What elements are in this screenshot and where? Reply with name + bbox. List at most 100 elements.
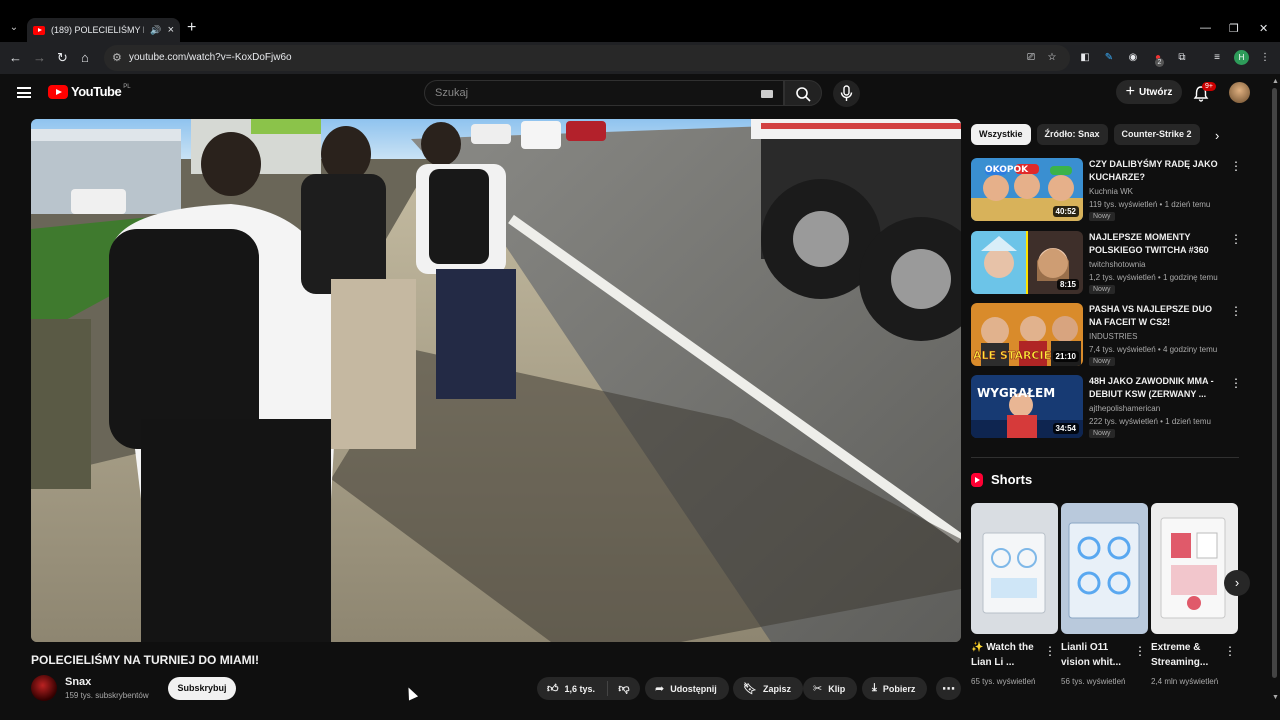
chip-source[interactable]: Źródło: Snax bbox=[1036, 124, 1108, 145]
new-badge: Nowy bbox=[1089, 212, 1115, 221]
more-vertical-icon[interactable]: ⋮ bbox=[1230, 160, 1242, 172]
extension-icon[interactable]: ◧ bbox=[1078, 51, 1092, 65]
scroll-up-icon[interactable]: ▲ bbox=[1272, 78, 1279, 85]
more-vertical-icon[interactable]: ⋮ bbox=[1134, 644, 1146, 658]
short-item[interactable]: Extreme & Streaming... 2,4 mln wyświetle… bbox=[1151, 503, 1238, 686]
youtube-header: YouTube PL Szukaj + Utwórz 9+ bbox=[0, 74, 1280, 112]
window-close-icon[interactable]: ✕ bbox=[1259, 22, 1268, 35]
short-item[interactable]: ✨ Watch the Lian Li ... 65 tys. wyświetl… bbox=[971, 503, 1058, 686]
new-badge: Nowy bbox=[1089, 429, 1115, 438]
video-thumbnail[interactable]: WYGRAŁEM 34:54 bbox=[971, 375, 1083, 438]
site-info-icon[interactable]: ⚙ bbox=[112, 51, 122, 64]
create-button[interactable]: + Utwórz bbox=[1116, 80, 1182, 104]
reload-icon[interactable]: ↻ bbox=[57, 51, 68, 65]
recommendation-channel[interactable]: Kuchnia WK bbox=[1089, 187, 1133, 196]
forward-icon[interactable]: → bbox=[33, 51, 46, 65]
recommendation-item[interactable]: OKOPOK 40:52 CZY DALIBYŚMY RADĘ JAKO KUC… bbox=[971, 158, 1242, 222]
more-vertical-icon[interactable]: ⋮ bbox=[1230, 233, 1242, 245]
page-scrollbar[interactable] bbox=[1272, 88, 1277, 678]
extension-icon[interactable]: ◉ bbox=[1126, 51, 1140, 65]
short-thumbnail[interactable] bbox=[1061, 503, 1148, 634]
tab-title: (189) POLECIELIŚMY NA TU bbox=[51, 25, 144, 35]
recommendation-channel[interactable]: ajthepolishamerican bbox=[1089, 404, 1160, 413]
guide-menu-icon[interactable] bbox=[17, 87, 31, 98]
recommendation-item[interactable]: WYGRAŁEM 34:54 48H JAKO ZAWODNIK MMA - D… bbox=[971, 375, 1242, 439]
shorts-next-button[interactable]: › bbox=[1224, 570, 1250, 596]
back-icon[interactable]: ← bbox=[9, 51, 22, 65]
speaker-icon[interactable]: 🔊 bbox=[150, 25, 161, 36]
account-avatar[interactable] bbox=[1229, 82, 1250, 103]
short-title[interactable]: ✨ Watch the Lian Li ... bbox=[971, 640, 1043, 670]
shorts-heading: Shorts bbox=[971, 472, 1032, 487]
media-control-icon[interactable]: ≡ bbox=[1210, 51, 1224, 65]
dislike-button[interactable]: 👎︎ bbox=[608, 682, 640, 695]
short-title[interactable]: Extreme & Streaming... bbox=[1151, 640, 1223, 670]
download-button[interactable]: ⤓ Pobierz bbox=[862, 677, 928, 700]
country-code: PL bbox=[123, 83, 131, 90]
recommendation-title[interactable]: CZY DALIBYŚMY RADĘ JAKO KUCHARZE? bbox=[1089, 158, 1225, 184]
extensions-puzzle-icon[interactable]: ⧉ bbox=[1175, 51, 1189, 65]
keyboard-icon[interactable] bbox=[761, 90, 773, 98]
voice-search-button[interactable] bbox=[833, 80, 860, 107]
install-app-icon[interactable]: ⎚ bbox=[1024, 51, 1038, 65]
subscribe-button[interactable]: Subskrybuj bbox=[168, 677, 236, 700]
tab-search-icon[interactable]: ⌄ bbox=[6, 20, 22, 36]
chip-all[interactable]: Wszystkie bbox=[971, 124, 1031, 145]
extension-icon[interactable]: ✎ bbox=[1102, 51, 1116, 65]
browser-tab[interactable]: (189) POLECIELIŚMY NA TU 🔊 × bbox=[27, 18, 180, 42]
short-title[interactable]: Lianli O11 vision whit... bbox=[1061, 640, 1133, 670]
video-thumbnail[interactable]: OKOPOK 40:52 bbox=[971, 158, 1083, 221]
home-icon[interactable]: ⌂ bbox=[81, 51, 89, 65]
short-image bbox=[1061, 503, 1148, 634]
recommendation-channel[interactable]: INDUSTRIES bbox=[1089, 332, 1137, 341]
url-text: youtube.com/watch?v=-KoxDoFjw6o bbox=[129, 52, 292, 63]
new-badge: Nowy bbox=[1089, 357, 1115, 366]
thumbs-up-icon: 👍︎ bbox=[547, 683, 559, 695]
recommendation-title[interactable]: NAJLEPSZE MOMENTY POLSKIEGO TWITCHA #360 bbox=[1089, 231, 1225, 257]
share-button[interactable]: ➦ Udostępnij bbox=[645, 677, 729, 700]
more-vertical-icon[interactable]: ⋮ bbox=[1230, 377, 1242, 389]
search-button[interactable] bbox=[784, 80, 822, 106]
video-thumbnail[interactable]: ALE STARCIE 21:10 bbox=[971, 303, 1083, 366]
profile-avatar[interactable]: H bbox=[1234, 50, 1249, 65]
recommendation-channel[interactable]: twitchshotownia bbox=[1089, 260, 1145, 269]
video-player[interactable] bbox=[31, 119, 961, 642]
chevron-right-icon[interactable]: › bbox=[1215, 128, 1219, 143]
channel-name[interactable]: Snax bbox=[65, 676, 91, 688]
more-vertical-icon[interactable]: ⋮ bbox=[1230, 305, 1242, 317]
close-tab-icon[interactable]: × bbox=[168, 24, 174, 36]
address-bar[interactable]: ⚙ youtube.com/watch?v=-KoxDoFjw6o ⎚ ☆ bbox=[104, 45, 1070, 71]
clip-button[interactable]: ✂ Klip bbox=[803, 677, 858, 700]
like-button[interactable]: 👍︎ 1,6 tys. bbox=[537, 681, 608, 696]
more-actions-button[interactable]: ⋯ bbox=[936, 677, 961, 700]
short-thumbnail[interactable] bbox=[971, 503, 1058, 634]
save-button[interactable]: 🔖︎ Zapisz bbox=[733, 677, 803, 700]
chip-counter-strike[interactable]: Counter-Strike 2 bbox=[1113, 124, 1200, 145]
logo-text: YouTube bbox=[71, 84, 122, 99]
browser-menu-icon[interactable]: ⋮ bbox=[1258, 51, 1272, 65]
thumbnail-caption: OKOPOK bbox=[985, 165, 1029, 175]
short-thumbnail[interactable] bbox=[1151, 503, 1238, 634]
recommendation-item[interactable]: 8:15 NAJLEPSZE MOMENTY POLSKIEGO TWITCHA… bbox=[971, 231, 1242, 295]
short-item[interactable]: Lianli O11 vision whit... 56 tys. wyświe… bbox=[1061, 503, 1148, 686]
scroll-down-icon[interactable]: ▼ bbox=[1272, 694, 1279, 701]
search-input[interactable]: Szukaj bbox=[424, 80, 784, 106]
browser-toolbar: ← → ↻ ⌂ ⚙ youtube.com/watch?v=-KoxDoFjw6… bbox=[0, 42, 1280, 74]
video-frame bbox=[31, 119, 961, 642]
channel-avatar[interactable] bbox=[31, 675, 57, 701]
youtube-logo[interactable]: YouTube PL bbox=[48, 84, 131, 99]
maximize-icon[interactable]: ❐ bbox=[1229, 22, 1239, 35]
new-tab-icon[interactable]: + bbox=[187, 20, 196, 36]
more-vertical-icon[interactable]: ⋮ bbox=[1224, 644, 1236, 658]
bookmark-star-icon[interactable]: ☆ bbox=[1045, 51, 1059, 65]
recommendation-title[interactable]: PASHA VS NAJLEPSZE DUO NA FACEIT W CS2! bbox=[1089, 303, 1225, 329]
browser-tabstrip: ⌄ (189) POLECIELIŚMY NA TU 🔊 × + — ❐ ✕ bbox=[0, 0, 1280, 42]
more-vertical-icon[interactable]: ⋮ bbox=[1044, 644, 1056, 658]
minimize-icon[interactable]: — bbox=[1200, 22, 1211, 34]
share-icon: ➦ bbox=[655, 683, 665, 695]
short-views: 56 tys. wyświetleń bbox=[1061, 677, 1126, 686]
recommendation-item[interactable]: ALE STARCIE 21:10 PASHA VS NAJLEPSZE DUO… bbox=[971, 303, 1242, 367]
video-thumbnail[interactable]: 8:15 bbox=[971, 231, 1083, 294]
recommendation-title[interactable]: 48H JAKO ZAWODNIK MMA - DEBIUT KSW (ZERW… bbox=[1089, 375, 1225, 401]
duration-badge: 21:10 bbox=[1052, 351, 1079, 362]
